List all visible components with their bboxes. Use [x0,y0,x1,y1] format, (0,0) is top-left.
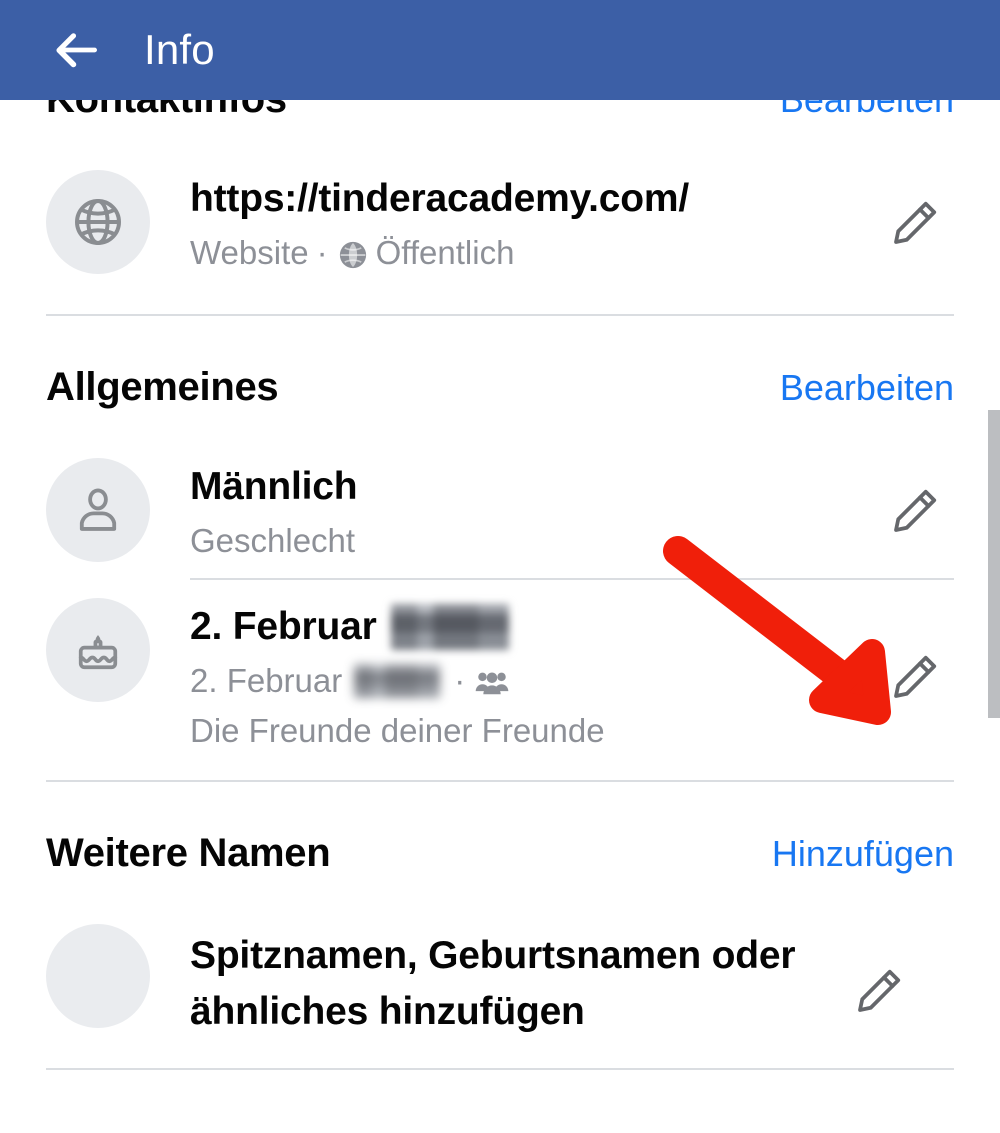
globe-icon [46,170,150,274]
edit-icon-gender-row[interactable] [866,466,962,562]
scrollbar-track[interactable] [988,100,1000,1133]
arrow-left-icon [48,22,104,78]
section-header-kontaktinfos: Kontaktinfos Bearbeiten [0,100,1000,130]
pencil-icon [848,962,908,1027]
row-text: Männlich Geschlecht [190,458,866,566]
edit-icon-birthday-row[interactable] [866,632,962,728]
app-header: Info [0,0,1000,100]
section-title: Allgemeines [46,365,279,409]
gender-value: Männlich [190,465,358,508]
scrollbar-thumb[interactable] [988,410,1000,718]
row-text: 2. Februar 2. Februar · Die Freunde dein… [190,598,866,756]
pencil-icon [884,194,944,259]
separator: · [454,662,466,699]
row-text: https://tinderacademy.com/ Website · Öff… [190,170,866,278]
website-audience: Öffentlich [375,234,515,271]
row-text: Spitznamen, Geburtsnamen oder ähnliches … [190,924,830,1040]
birthday-date-secondary: 2. Februar [190,662,343,699]
pencil-icon [884,648,944,713]
globe-public-icon [338,240,368,270]
section-header-allgemeines: Allgemeines Bearbeiten [0,356,1000,418]
pencil-icon [884,482,944,547]
birthday-meta: 2. Februar · Die Freunde deiner Freunde [190,656,866,756]
birthday-value: 2. Februar [190,602,866,652]
info-row-website[interactable]: https://tinderacademy.com/ Website · Öff… [0,170,1000,290]
website-meta: Website · Öffentlich [190,228,866,278]
edit-kontaktinfos-link[interactable]: Bearbeiten [780,100,954,131]
section-title: Kontaktinfos [46,100,287,130]
scroll-content: Kontaktinfos Bearbeiten [0,100,1000,1133]
section-divider [46,1068,954,1070]
info-screen: Info Kontaktinfos Bearbeiten [0,0,1000,1133]
edit-allgemeines-link[interactable]: Bearbeiten [780,357,954,419]
blank-circle-icon [46,924,150,1028]
section-title: Weitere Namen [46,831,331,875]
add-weitere-namen-link[interactable]: Hinzufügen [772,823,954,885]
redacted-year [390,604,509,650]
info-row-other-names[interactable]: Spitznamen, Geburtsnamen oder ähnliches … [0,924,1000,1044]
website-url: https://tinderacademy.com/ [190,177,690,220]
birthday-cake-icon [46,598,150,702]
info-row-birthday[interactable]: 2. Februar 2. Februar · Die Freunde dein… [0,580,1000,756]
other-names-placeholder: Spitznamen, Geburtsnamen oder ähnliches … [190,934,796,1033]
birthday-audience: Die Freunde deiner Freunde [190,712,605,749]
website-label: Website [190,234,309,271]
section-header-weitere-namen: Weitere Namen Hinzufügen [0,822,1000,884]
redacted-year-secondary [354,664,441,698]
edit-icon-other-names-row[interactable] [830,946,926,1042]
birthday-date: 2. Februar [190,605,377,648]
person-icon [46,458,150,562]
page-title: Info [144,26,215,73]
edit-icon-website-row[interactable] [866,178,962,274]
back-button[interactable] [44,18,108,82]
separator: · [316,234,328,271]
friends-of-friends-icon [475,669,509,697]
info-row-gender[interactable]: Männlich Geschlecht [0,458,1000,578]
gender-label: Geschlecht [190,522,356,559]
